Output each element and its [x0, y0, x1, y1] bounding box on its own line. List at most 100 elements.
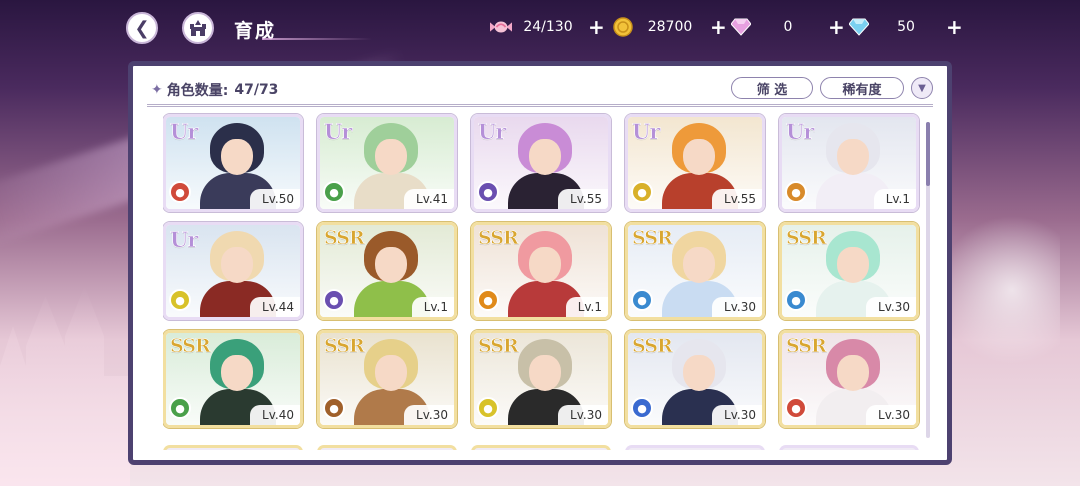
character-card[interactable]: Ur ● Lv.55 [471, 114, 611, 212]
attribute-icon: ● [477, 289, 499, 311]
rarity-badge: Ur [786, 119, 815, 145]
attribute-icon: ● [631, 289, 653, 311]
gold-value: 28700 [647, 19, 693, 35]
portrait-face [683, 247, 715, 283]
level-label: Lv.1 [411, 297, 454, 317]
resource-blue-gem: 50 + [848, 14, 963, 40]
add-pink-gem-button[interactable]: + [828, 17, 845, 37]
portrait-face [375, 247, 407, 283]
character-card[interactable]: Ur ● Lv.1 [779, 114, 919, 212]
rarity-badge: SSR [478, 227, 519, 250]
attribute-icon: ● [323, 397, 345, 419]
attribute-icon: ● [323, 289, 345, 311]
back-arrow-icon: ❮ [134, 17, 150, 39]
character-card[interactable]: Ur ● Lv.41 [317, 114, 457, 212]
portrait-face [221, 355, 253, 391]
level-label: Lv.44 [250, 297, 300, 317]
character-card[interactable]: SSR ● Lv.30 [625, 330, 765, 428]
attribute-icon: ● [169, 289, 191, 311]
portrait-face [837, 139, 869, 175]
character-card[interactable]: SSR ● Lv.1 [317, 222, 457, 320]
level-label: Lv.55 [558, 189, 608, 209]
character-card[interactable]: SSR ● Lv.30 [471, 330, 611, 428]
sort-toggle-icon: ▼ [918, 82, 926, 94]
resource-candy: 24/130 + [490, 14, 605, 40]
rarity-sort-button[interactable]: 稀有度 [820, 77, 904, 99]
rarity-badge: SSR [786, 227, 827, 250]
back-button[interactable]: ❮ [126, 12, 158, 44]
attribute-icon: ● [477, 397, 499, 419]
character-card-partial[interactable] [471, 445, 611, 450]
attribute-icon: ● [785, 397, 807, 419]
attribute-icon: ● [631, 397, 653, 419]
scrollbar-thumb[interactable] [926, 122, 930, 186]
character-card[interactable]: SSR ● Lv.30 [779, 222, 919, 320]
character-card-partial[interactable] [625, 445, 765, 450]
level-label: Lv.30 [558, 405, 608, 425]
sort-toggle-button[interactable]: ▼ [911, 77, 933, 99]
castle-home-icon [190, 20, 206, 36]
character-card[interactable]: SSR ● Lv.30 [317, 330, 457, 428]
attribute-icon: ● [323, 181, 345, 203]
character-card[interactable]: Ur ● Lv.55 [625, 114, 765, 212]
character-card[interactable]: SSR ● Lv.1 [471, 222, 611, 320]
character-count-label: 角色数量: [166, 83, 229, 99]
level-label: Lv.40 [250, 405, 300, 425]
add-candy-button[interactable]: + [588, 17, 605, 37]
portrait-face [837, 247, 869, 283]
attribute-icon: ● [477, 181, 499, 203]
portrait-face [837, 355, 869, 391]
rarity-badge: SSR [170, 335, 211, 358]
character-card[interactable]: SSR ● Lv.30 [625, 222, 765, 320]
portrait-face [683, 139, 715, 175]
gold-coin-icon [612, 16, 634, 38]
level-label: Lv.30 [712, 297, 762, 317]
character-card[interactable]: SSR ● Lv.40 [163, 330, 303, 428]
rarity-badge: Ur [478, 119, 507, 145]
rarity-badge: SSR [324, 227, 365, 250]
background-sparkle [940, 190, 1060, 390]
level-label: Lv.30 [866, 297, 916, 317]
character-count-value: 47/73 [234, 82, 279, 98]
character-card-partial[interactable] [163, 445, 303, 450]
attribute-icon: ● [631, 181, 653, 203]
attribute-icon: ● [169, 397, 191, 419]
rarity-badge: SSR [632, 227, 673, 250]
level-label: Lv.30 [866, 405, 916, 425]
level-label: Lv.30 [712, 405, 762, 425]
character-count: ✦ 角色数量: 47/73 [151, 79, 278, 101]
character-card[interactable]: Ur ● Lv.44 [163, 222, 303, 320]
add-gold-button[interactable]: + [710, 17, 727, 37]
character-card-partial[interactable] [779, 445, 919, 450]
character-list-panel: ✦ 角色数量: 47/73 筛 选 稀有度 ▼ Ur ● Lv.50 Ur ● Lv.41… [128, 61, 952, 465]
rarity-badge: Ur [170, 227, 199, 253]
attribute-icon: ● [785, 289, 807, 311]
blue-diamond-icon [848, 16, 870, 38]
character-card-partial[interactable] [317, 445, 457, 450]
background-castle [0, 286, 130, 486]
rarity-badge: SSR [786, 335, 827, 358]
rarity-badge: SSR [632, 335, 673, 358]
portrait-face [221, 139, 253, 175]
portrait-face [683, 355, 715, 391]
character-card[interactable]: Ur ● Lv.50 [163, 114, 303, 212]
portrait-face [221, 247, 253, 283]
attribute-icon: ● [785, 181, 807, 203]
character-grid[interactable]: Ur ● Lv.50 Ur ● Lv.41 Ur ● Lv.55 Ur ● Lv.55 Ur ● Lv.1 U… [163, 112, 923, 450]
level-label: Lv.30 [404, 405, 454, 425]
rarity-badge: Ur [632, 119, 661, 145]
rarity-badge: Ur [170, 119, 199, 145]
portrait-face [375, 139, 407, 175]
character-card[interactable]: SSR ● Lv.30 [779, 330, 919, 428]
pink-diamond-icon [730, 16, 752, 38]
add-blue-gem-button[interactable]: + [946, 17, 963, 37]
candy-icon [490, 16, 512, 38]
sparkle-icon: ✦ [151, 82, 163, 98]
candy-value: 24/130 [523, 19, 573, 35]
filter-button[interactable]: 筛 选 [731, 77, 813, 99]
level-label: Lv.50 [250, 189, 300, 209]
blue-gem-value: 50 [897, 19, 915, 35]
home-button[interactable] [182, 12, 214, 44]
level-label: Lv.1 [565, 297, 608, 317]
rarity-badge: SSR [324, 335, 365, 358]
